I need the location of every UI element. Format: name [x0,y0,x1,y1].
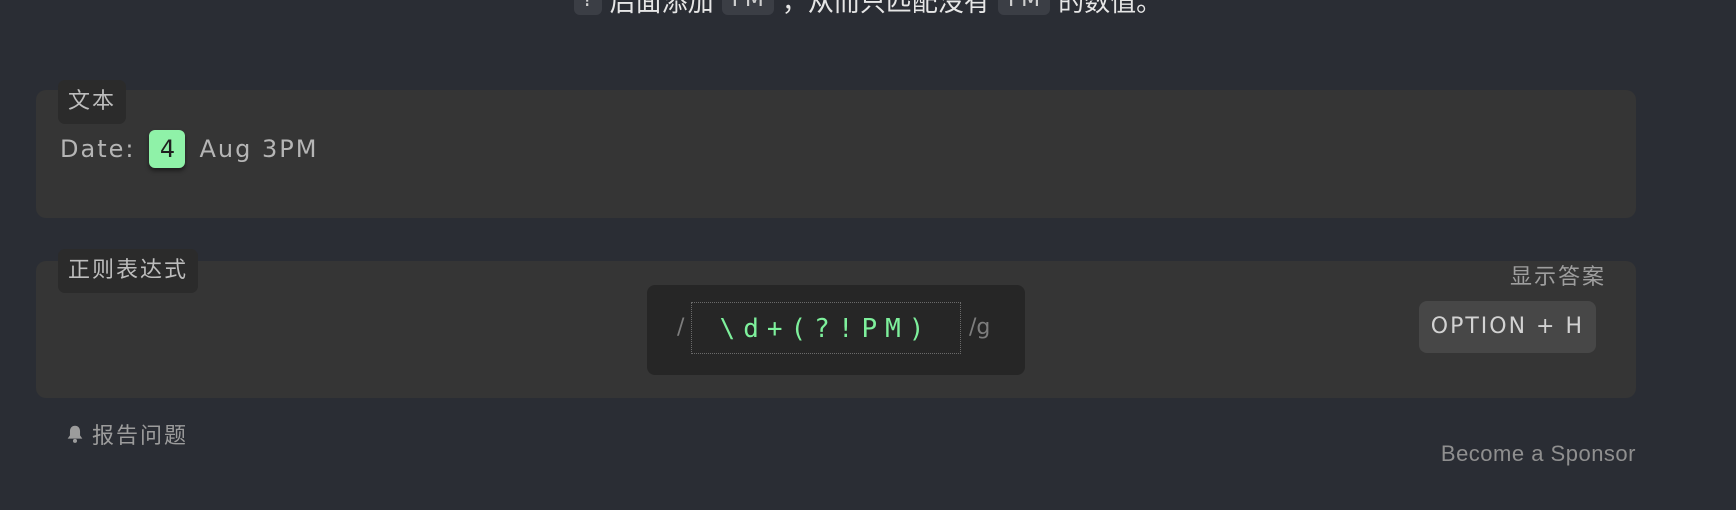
sample-prefix: Date: [60,135,136,163]
regex-input[interactable]: \d+(?!PM) [691,302,961,354]
report-issue-label: 报告问题 [92,424,189,449]
show-answer-shortcut-button[interactable]: OPTION + H [1418,301,1596,353]
instruction-code-question: ? [573,0,602,15]
instruction-text-3: 的数值。 [1058,0,1163,18]
regex-flags: /g [969,315,991,340]
become-sponsor-link[interactable]: Become a Sponsor [1441,441,1636,467]
sample-suffix: Aug 3PM [199,135,319,163]
text-panel-tag: 文本 [58,80,127,124]
regex-panel: 正则表达式 / \d+(?!PM) /g 显示答案 OPTION + H [36,249,1636,398]
regex-panel-tag: 正则表达式 [58,249,199,293]
instruction-code-pm-2: PM [997,0,1051,15]
regex-open-slash: / [677,315,685,340]
bell-icon [67,425,83,443]
text-panel: 文本 Date: 4 Aug 3PM [36,80,1636,218]
instruction-text-2: ，从而只匹配没有 [781,0,990,18]
sample-text: Date: 4 Aug 3PM [60,130,318,168]
report-issue-link[interactable]: 报告问题 [64,418,188,450]
instruction-text-1: 后面添加 [609,0,714,18]
regex-editor: / \d+(?!PM) /g [647,285,1025,375]
match-highlight: 4 [149,130,186,168]
show-answer-link[interactable]: 显示答案 [1510,259,1606,291]
instruction-line: ? 后面添加 PM ，从而只匹配没有 PM 的数值。 [0,0,1736,18]
instruction-code-pm-1: PM [721,0,774,15]
